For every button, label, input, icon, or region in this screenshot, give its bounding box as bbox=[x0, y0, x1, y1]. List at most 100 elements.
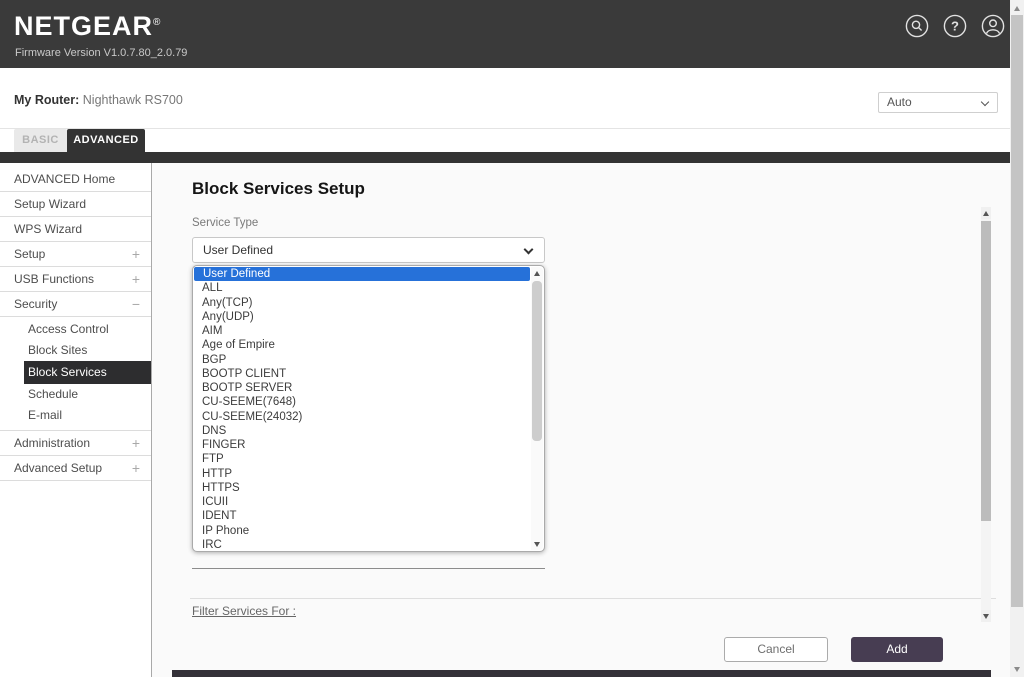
scroll-up-button[interactable] bbox=[981, 207, 991, 219]
service-option-user-defined[interactable]: User Defined bbox=[194, 267, 530, 281]
content-scrollbar[interactable] bbox=[981, 207, 991, 622]
triangle-up-icon bbox=[534, 271, 540, 276]
service-option-http[interactable]: HTTP bbox=[193, 467, 530, 481]
collapse-minus-icon[interactable]: − bbox=[132, 292, 140, 317]
footer-bar bbox=[172, 670, 991, 677]
brand-text: NETGEAR bbox=[14, 11, 153, 41]
cancel-button[interactable]: Cancel bbox=[724, 637, 828, 662]
dropdown-scrollbar-thumb[interactable] bbox=[532, 281, 542, 441]
sidebar-item-advanced-home[interactable]: ADVANCED Home bbox=[0, 167, 151, 192]
service-option-ftp[interactable]: FTP bbox=[193, 452, 530, 466]
scroll-up-button[interactable] bbox=[1010, 1, 1024, 15]
page-title: Block Services Setup bbox=[192, 179, 365, 199]
tab-advanced[interactable]: ADVANCED bbox=[67, 129, 145, 152]
service-type-select[interactable]: User Defined bbox=[192, 237, 545, 263]
page-scrollbar-thumb[interactable] bbox=[1011, 15, 1023, 607]
sidebar-item-schedule[interactable]: Schedule bbox=[0, 384, 151, 405]
service-option-icuii[interactable]: ICUII bbox=[193, 495, 530, 509]
sidebar-item-label: Block Sites bbox=[28, 343, 87, 357]
service-option-all[interactable]: ALL bbox=[193, 281, 530, 295]
service-type-dropdown: User DefinedALLAny(TCP)Any(UDP)AIMAge of… bbox=[192, 265, 545, 552]
firmware-version: Firmware Version V1.0.7.80_2.0.79 bbox=[15, 47, 187, 59]
sidebar-item-label: Block Services bbox=[28, 365, 107, 379]
sidebar-item-wps-wizard[interactable]: WPS Wizard bbox=[0, 217, 151, 242]
dropdown-scrollbar[interactable] bbox=[531, 267, 543, 550]
sidebar-nav: ADVANCED Home Setup Wizard WPS Wizard Setup… bbox=[0, 163, 152, 677]
sidebar-item-security[interactable]: Security − bbox=[0, 292, 151, 317]
sidebar-item-label: Administration bbox=[14, 436, 90, 450]
router-name: Nighthawk RS700 bbox=[83, 93, 183, 107]
sidebar-item-access-control[interactable]: Access Control bbox=[0, 319, 151, 340]
triangle-down-icon bbox=[534, 542, 540, 547]
sidebar-item-setup-wizard[interactable]: Setup Wizard bbox=[0, 192, 151, 217]
scroll-down-button[interactable] bbox=[981, 610, 991, 622]
service-option-cu-seeme-7648[interactable]: CU-SEEME(7648) bbox=[193, 395, 530, 409]
scroll-up-button[interactable] bbox=[531, 267, 543, 279]
router-name-line: My Router: Nighthawk RS700 bbox=[14, 93, 183, 107]
service-type-value: User Defined bbox=[203, 243, 273, 257]
expand-plus-icon[interactable]: + bbox=[132, 456, 140, 481]
sidebar-item-label: E-mail bbox=[28, 408, 62, 422]
service-option-bootp-client[interactable]: BOOTP CLIENT bbox=[193, 367, 530, 381]
service-option-ip-phone[interactable]: IP Phone bbox=[193, 524, 530, 538]
service-option-cu-seeme-24032[interactable]: CU-SEEME(24032) bbox=[193, 410, 530, 424]
registered-mark: ® bbox=[153, 17, 161, 28]
chevron-down-icon bbox=[981, 98, 989, 106]
sidebar-subgroup: Access Control Block Sites Block Services S… bbox=[0, 317, 151, 431]
sidebar-item-label: USB Functions bbox=[14, 272, 94, 286]
account-icon[interactable] bbox=[981, 14, 1005, 38]
service-option-any-udp[interactable]: Any(UDP) bbox=[193, 310, 530, 324]
service-option-finger[interactable]: FINGER bbox=[193, 438, 530, 452]
svg-text:?: ? bbox=[951, 19, 959, 34]
sidebar-item-block-sites[interactable]: Block Sites bbox=[0, 340, 151, 361]
service-option-ident[interactable]: IDENT bbox=[193, 509, 530, 523]
sidebar-item-label: Access Control bbox=[28, 322, 109, 336]
sidebar-item-advanced-setup[interactable]: Advanced Setup + bbox=[0, 456, 151, 481]
service-options-list: User DefinedALLAny(TCP)Any(UDP)AIMAge of… bbox=[193, 267, 530, 552]
sidebar-item-e-mail[interactable]: E-mail bbox=[0, 405, 151, 426]
router-admin-page: NETGEAR® Firmware Version V1.0.7.80_2.0.… bbox=[0, 0, 1024, 677]
service-option-irc[interactable]: IRC bbox=[193, 538, 530, 552]
sidebar-item-administration[interactable]: Administration + bbox=[0, 431, 151, 456]
service-option-aim[interactable]: AIM bbox=[193, 324, 530, 338]
sidebar-item-usb-functions[interactable]: USB Functions + bbox=[0, 267, 151, 292]
section-divider bbox=[190, 598, 996, 599]
service-option-https[interactable]: HTTPS bbox=[193, 481, 530, 495]
tab-underline-bar bbox=[0, 152, 1010, 163]
service-option-any-tcp[interactable]: Any(TCP) bbox=[193, 296, 530, 310]
filter-services-link[interactable]: Filter Services For : bbox=[192, 604, 296, 618]
expand-plus-icon[interactable]: + bbox=[132, 267, 140, 292]
scroll-down-button[interactable] bbox=[531, 538, 543, 550]
service-option-dns[interactable]: DNS bbox=[193, 424, 530, 438]
service-option-age-of-empire[interactable]: Age of Empire bbox=[193, 338, 530, 352]
header-icons: ? bbox=[905, 14, 1005, 38]
sidebar-item-setup[interactable]: Setup + bbox=[0, 242, 151, 267]
content-scrollbar-thumb[interactable] bbox=[981, 221, 991, 521]
search-icon[interactable] bbox=[905, 14, 929, 38]
triangle-up-icon bbox=[1014, 6, 1020, 11]
service-option-bgp[interactable]: BGP bbox=[193, 353, 530, 367]
tab-basic[interactable]: BASIC bbox=[14, 129, 67, 152]
triangle-down-icon bbox=[1014, 667, 1020, 672]
sidebar-item-label: Setup Wizard bbox=[14, 197, 86, 211]
app-header: NETGEAR® Firmware Version V1.0.7.80_2.0.… bbox=[0, 0, 1010, 68]
service-type-label: Service Type bbox=[192, 217, 258, 229]
router-label: My Router: bbox=[14, 93, 79, 107]
triangle-down-icon bbox=[983, 614, 989, 619]
language-mode-select[interactable]: Auto bbox=[878, 92, 998, 113]
sidebar-item-label: Advanced Setup bbox=[14, 461, 102, 475]
help-icon[interactable]: ? bbox=[943, 14, 967, 38]
expand-plus-icon[interactable]: + bbox=[132, 242, 140, 267]
add-button[interactable]: Add bbox=[851, 637, 943, 662]
service-option-bootp-server[interactable]: BOOTP SERVER bbox=[193, 381, 530, 395]
sidebar-item-label: Security bbox=[14, 297, 57, 311]
scroll-down-button[interactable] bbox=[1010, 662, 1024, 676]
expand-plus-icon[interactable]: + bbox=[132, 431, 140, 456]
sidebar-item-block-services[interactable]: Block Services bbox=[24, 361, 151, 384]
sidebar-item-label: Schedule bbox=[28, 387, 78, 401]
obscured-field-underline bbox=[192, 568, 545, 569]
sidebar-item-label: WPS Wizard bbox=[14, 222, 82, 236]
page-scrollbar[interactable] bbox=[1010, 0, 1024, 677]
mode-select-value: Auto bbox=[887, 95, 912, 109]
sidebar-item-label: Setup bbox=[14, 247, 45, 261]
